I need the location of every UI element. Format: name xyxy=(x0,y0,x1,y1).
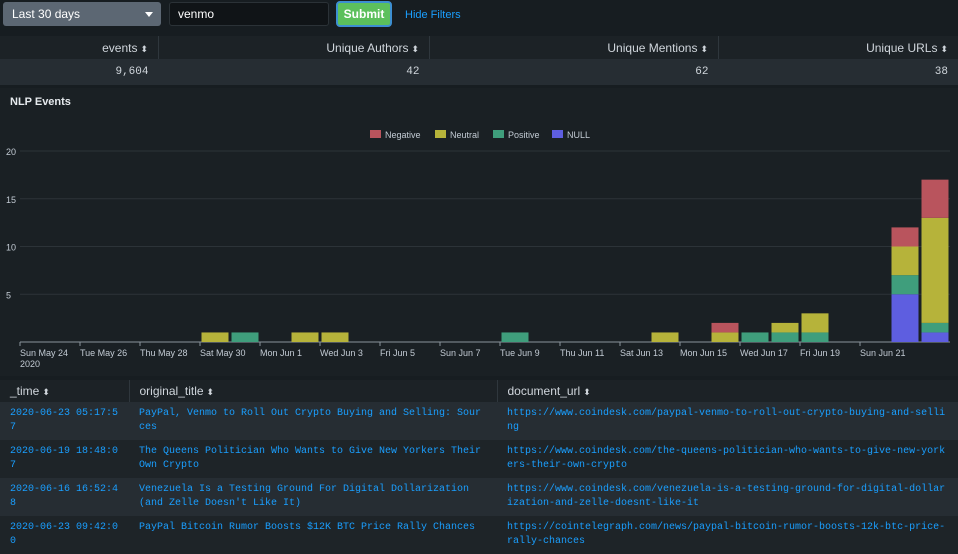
events-header-url[interactable]: document_url⬍ xyxy=(497,380,958,402)
x-tick-label: Fri Jun 19 xyxy=(800,348,840,358)
bar-positive xyxy=(742,332,769,342)
bar-negative xyxy=(712,323,739,333)
x-tick-label: Wed Jun 17 xyxy=(740,348,788,358)
x-tick-label: Tue Jun 9 xyxy=(500,348,540,358)
events-header-time[interactable]: _time⬍ xyxy=(0,380,129,402)
bar-null xyxy=(922,332,949,342)
bar-neutral xyxy=(652,332,679,342)
x-tick-label: Wed Jun 3 xyxy=(320,348,363,358)
x-tick-label: Sun Jun 21 xyxy=(860,348,906,358)
sort-icon: ⬍ xyxy=(207,387,215,397)
legend-swatch-null xyxy=(552,130,563,138)
time-range-dropdown[interactable]: Last 30 days xyxy=(3,2,161,26)
sort-icon: ⬍ xyxy=(140,44,148,54)
bar-neutral xyxy=(892,247,919,276)
stats-value-unique-urls: 38 xyxy=(719,59,958,85)
caret-down-icon xyxy=(145,12,153,17)
bar-neutral xyxy=(712,332,739,342)
bar-positive xyxy=(232,332,259,342)
event-time[interactable]: 2020-06-23 05:17:57 xyxy=(0,402,129,440)
event-time[interactable]: 2020-06-16 16:52:48 xyxy=(0,478,129,516)
x-tick-label: Sat Jun 13 xyxy=(620,348,663,358)
event-title[interactable]: The Queens Politician Who Wants to Give … xyxy=(129,440,497,478)
bar-neutral xyxy=(772,323,799,333)
submit-button[interactable]: Submit xyxy=(336,1,392,27)
stats-value-unique-mentions: 62 xyxy=(430,59,719,85)
sort-icon: ⬍ xyxy=(583,387,591,397)
legend-swatch-neutral xyxy=(435,130,446,138)
y-tick-label: 10 xyxy=(6,243,16,253)
x-tick-label: Thu Jun 11 xyxy=(560,348,604,358)
stats-header-unique-mentions[interactable]: Unique Mentions⬍ xyxy=(430,36,719,59)
y-tick-label: 20 xyxy=(6,147,16,157)
x-year-label: 2020 xyxy=(20,359,40,369)
y-tick-label: 15 xyxy=(6,195,16,205)
x-tick-label: Sun Jun 7 xyxy=(440,348,481,358)
legend-label-positive: Positive xyxy=(508,130,540,140)
table-row: 2020-06-19 18:48:07 The Queens Politicia… xyxy=(0,440,958,478)
bar-positive xyxy=(892,275,919,294)
stats-header-unique-authors[interactable]: Unique Authors⬍ xyxy=(159,36,430,59)
table-row: 2020-06-23 09:42:00 PayPal Bitcoin Rumor… xyxy=(0,516,958,554)
event-url[interactable]: https://www.coindesk.com/paypal-venmo-to… xyxy=(497,402,958,440)
bar-positive xyxy=(802,332,829,342)
sort-icon: ⬍ xyxy=(411,44,419,54)
x-tick-label: Mon Jun 1 xyxy=(260,348,302,358)
bar-neutral xyxy=(202,332,229,342)
nlp-events-chart: 5 10 15 20 Sun May 24 Tue May 26 Thu May 28 Sat… xyxy=(0,88,958,376)
y-tick-label: 5 xyxy=(6,290,11,300)
bar-neutral xyxy=(322,332,349,342)
filter-bar: Last 30 days Submit Hide Filters xyxy=(0,0,958,34)
events-header-title[interactable]: original_title⬍ xyxy=(129,380,497,402)
stats-header-unique-urls[interactable]: Unique URLs⬍ xyxy=(719,36,958,59)
bar-positive xyxy=(502,332,529,342)
x-tick-label: Fri Jun 5 xyxy=(380,348,415,358)
hide-filters-link[interactable]: Hide Filters xyxy=(405,9,461,21)
table-row: 2020-06-16 16:52:48 Venezuela Is a Testi… xyxy=(0,478,958,516)
event-url[interactable]: https://cointelegraph.com/news/paypal-bi… xyxy=(497,516,958,554)
bar-positive xyxy=(772,332,799,342)
legend-swatch-positive xyxy=(493,130,504,138)
stats-value-unique-authors: 42 xyxy=(159,59,430,85)
x-tick-label: Tue May 26 xyxy=(80,348,127,358)
bar-neutral xyxy=(292,332,319,342)
bar-null xyxy=(892,294,919,342)
legend-label-neutral: Neutral xyxy=(450,130,479,140)
sort-icon: ⬍ xyxy=(700,44,708,54)
event-title[interactable]: PayPal, Venmo to Roll Out Crypto Buying … xyxy=(129,402,497,440)
bar-positive xyxy=(922,323,949,333)
legend-label-negative: Negative xyxy=(385,130,421,140)
sort-icon: ⬍ xyxy=(42,387,50,397)
time-range-label: Last 30 days xyxy=(12,7,80,21)
stats-value-events: 9,604 xyxy=(0,59,159,85)
events-table: _time⬍ original_title⬍ document_url⬍ 202… xyxy=(0,380,958,528)
event-time[interactable]: 2020-06-19 18:48:07 xyxy=(0,440,129,478)
table-row: 2020-06-23 05:17:57 PayPal, Venmo to Rol… xyxy=(0,402,958,440)
sort-icon: ⬍ xyxy=(940,44,948,54)
event-title[interactable]: PayPal Bitcoin Rumor Boosts $12K BTC Pri… xyxy=(129,516,497,554)
stats-header-events[interactable]: events⬍ xyxy=(0,36,159,59)
x-tick-label: Mon Jun 15 xyxy=(680,348,727,358)
stats-table: events⬍ Unique Authors⬍ Unique Mentions⬍… xyxy=(0,36,958,85)
bar-neutral xyxy=(922,218,949,323)
x-tick-label: Thu May 28 xyxy=(140,348,188,358)
legend-label-null: NULL xyxy=(567,130,590,140)
nlp-events-panel: NLP Events 5101520Sun May 24Tue May 26Th… xyxy=(0,88,958,376)
event-time[interactable]: 2020-06-23 09:42:00 xyxy=(0,516,129,554)
x-tick-label: Sun May 24 xyxy=(20,348,68,358)
bar-negative xyxy=(922,180,949,218)
search-input[interactable] xyxy=(169,2,329,26)
event-url[interactable]: https://www.coindesk.com/venezuela-is-a-… xyxy=(497,478,958,516)
event-url[interactable]: https://www.coindesk.com/the-queens-poli… xyxy=(497,440,958,478)
x-tick-label: Sat May 30 xyxy=(200,348,246,358)
legend-swatch-negative xyxy=(370,130,381,138)
bar-neutral xyxy=(802,313,829,332)
bar-negative xyxy=(892,227,919,246)
event-title[interactable]: Venezuela Is a Testing Ground For Digita… xyxy=(129,478,497,516)
